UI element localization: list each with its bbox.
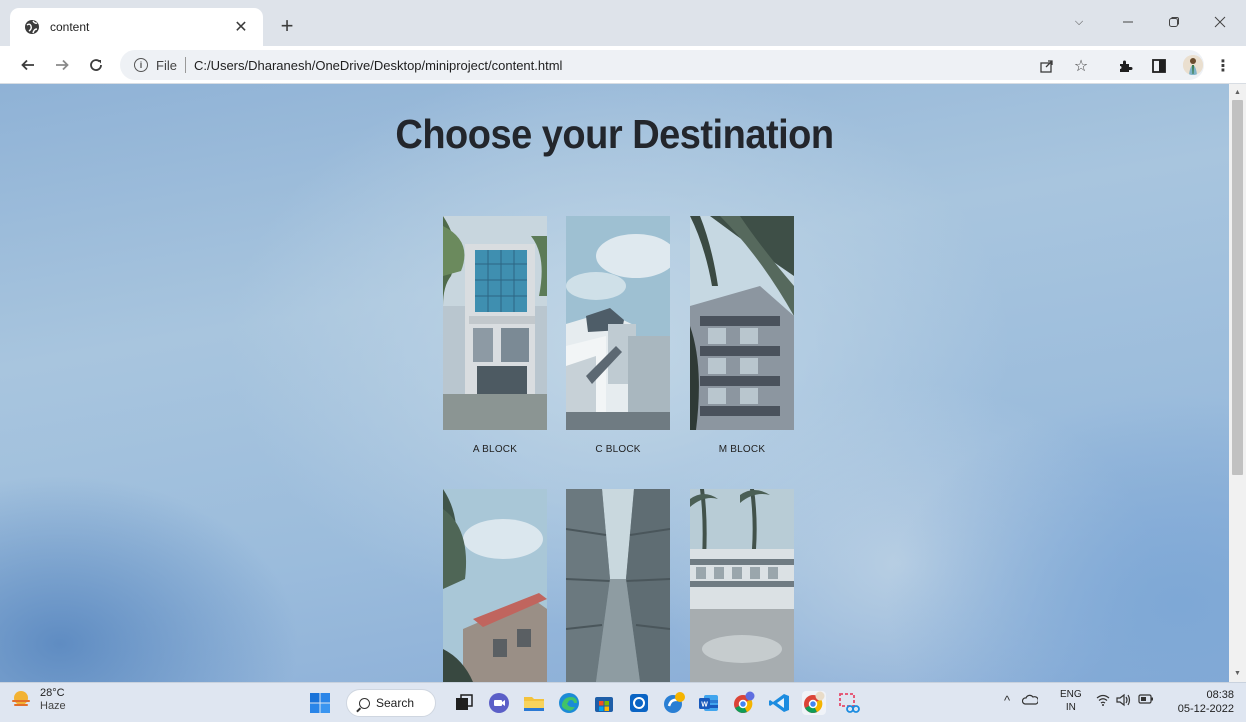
snipping-tool-icon[interactable]	[837, 691, 861, 715]
address-divider	[184, 57, 186, 73]
svg-text:W: W	[701, 702, 708, 709]
url-text[interactable]: C:/Users/Dharanesh/OneDrive/Desktop/mini…	[194, 58, 562, 73]
input-language[interactable]: ENG IN	[1060, 688, 1082, 714]
courtyard-photo	[690, 489, 794, 682]
volume-icon[interactable]	[1116, 693, 1132, 710]
weather-temperature: 28°C	[40, 687, 65, 699]
forward-icon[interactable]	[50, 53, 74, 77]
onedrive-icon[interactable]	[1021, 693, 1039, 710]
search-label: Search	[376, 696, 415, 710]
destination-card[interactable]	[566, 489, 670, 682]
chrome-icon[interactable]	[732, 691, 756, 715]
wifi-icon[interactable]	[1096, 693, 1110, 710]
destination-card[interactable]	[443, 489, 547, 682]
haze-sun-icon	[12, 691, 30, 706]
scroll-up-icon[interactable]: ▲	[1233, 88, 1242, 97]
browser-toolbar: i File C:/Users/Dharanesh/OneDrive/Deskt…	[0, 46, 1246, 84]
reload-icon[interactable]	[84, 53, 108, 77]
browser-tab[interactable]: content ✕	[10, 8, 263, 46]
tab-search-icon[interactable]: ⌵	[1065, 10, 1093, 34]
corridor-photo	[566, 489, 670, 682]
region-code: IN	[1065, 702, 1076, 713]
vscode-icon[interactable]	[767, 691, 791, 715]
battery-icon[interactable]	[1138, 693, 1154, 708]
building-photo	[443, 489, 547, 682]
tab-strip: content ✕ + ⌵	[0, 0, 1246, 46]
search-icon	[359, 697, 370, 709]
destination-card-c-block[interactable]	[566, 216, 670, 430]
destination-label[interactable]: C BLOCK	[566, 444, 670, 455]
share-icon[interactable]	[1038, 57, 1056, 75]
m-block-photo	[690, 216, 794, 430]
minimize-icon[interactable]	[1114, 10, 1142, 34]
restore-icon[interactable]	[1160, 10, 1188, 34]
system-clock[interactable]: 08:38 05-12-2022	[1172, 688, 1234, 716]
weather-widget[interactable]: 28°C Haze	[10, 687, 66, 713]
weather-condition: Haze	[40, 700, 66, 712]
windows-taskbar: 28°C Haze Search W ^ ENG IN 08:38 05-12-…	[0, 682, 1246, 722]
menu-icon[interactable]: ⋮	[1214, 57, 1232, 75]
destination-label[interactable]: A BLOCK	[443, 444, 547, 455]
store-icon[interactable]	[592, 691, 616, 715]
task-view-icon[interactable]	[452, 691, 476, 715]
word-icon[interactable]: W	[697, 691, 721, 715]
extensions-icon[interactable]	[1116, 57, 1134, 75]
copilot-icon[interactable]	[662, 691, 686, 715]
tab-title: content	[50, 20, 90, 34]
scroll-down-icon[interactable]: ▼	[1233, 669, 1242, 678]
scroll-thumb[interactable]	[1232, 100, 1243, 475]
profile-avatar[interactable]	[1183, 55, 1203, 75]
new-tab-icon[interactable]: +	[276, 13, 298, 38]
destination-card-a-block[interactable]	[443, 216, 547, 430]
tray-chevron-icon[interactable]: ^	[1004, 693, 1010, 708]
back-icon[interactable]	[16, 53, 40, 77]
window-close-icon[interactable]	[1206, 10, 1234, 34]
a-block-photo	[443, 216, 547, 430]
chrome-profile-icon[interactable]	[802, 691, 826, 715]
clock-time: 08:38	[1206, 689, 1234, 701]
chat-icon[interactable]	[487, 691, 511, 715]
file-explorer-icon[interactable]	[522, 691, 546, 715]
page-viewport: Choose your Destination A BLOCK C BLOCK …	[0, 84, 1229, 682]
url-scheme-label: File	[156, 57, 177, 73]
c-block-photo	[566, 216, 670, 430]
taskbar-search[interactable]: Search	[346, 689, 436, 717]
language-code: ENG	[1060, 689, 1082, 700]
destination-label[interactable]: M BLOCK	[690, 444, 794, 455]
destination-card[interactable]	[690, 489, 794, 682]
info-icon[interactable]: i	[134, 58, 148, 72]
edge-icon[interactable]	[557, 691, 581, 715]
page-title: Choose your Destination	[395, 112, 834, 158]
star-icon[interactable]: ☆	[1072, 57, 1090, 75]
page-scrollbar[interactable]: ▲ ▼	[1229, 84, 1246, 682]
windows-start-icon[interactable]	[308, 691, 332, 715]
side-panel-icon[interactable]	[1150, 57, 1168, 75]
outlook-icon[interactable]	[627, 691, 651, 715]
close-icon[interactable]: ✕	[231, 17, 251, 37]
clock-date: 05-12-2022	[1177, 703, 1234, 715]
globe-icon	[24, 19, 40, 35]
destination-card-m-block[interactable]	[690, 216, 794, 430]
